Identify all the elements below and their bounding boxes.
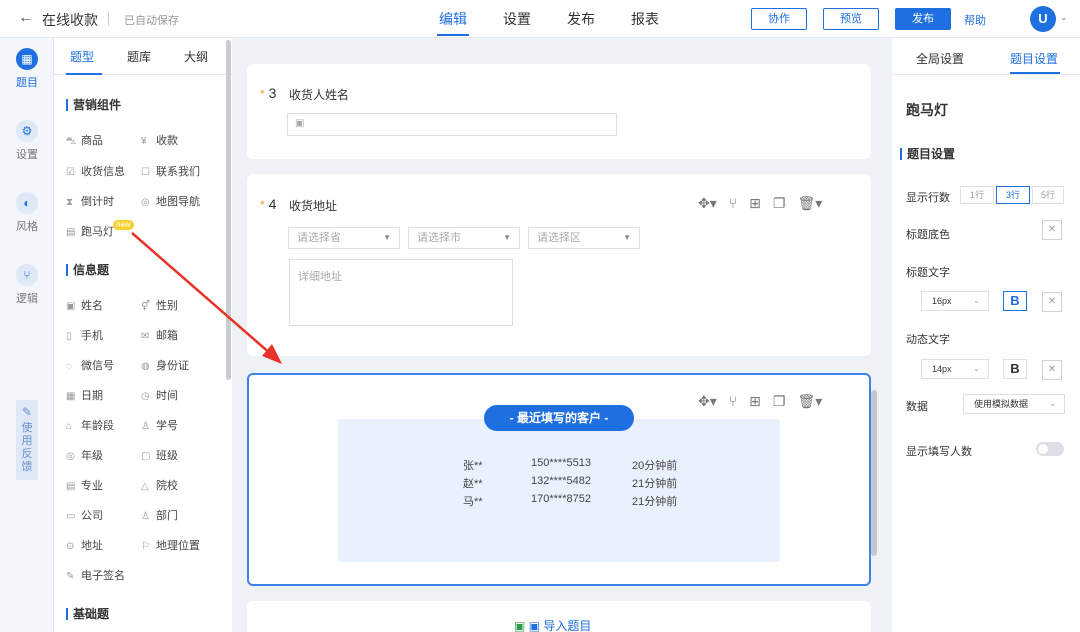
chevron-down-icon: ⌄ [973, 296, 980, 305]
tab-global-settings[interactable]: 全局设置 [916, 50, 964, 67]
data-source-select[interactable]: 使用模拟数据 ⌄ [963, 394, 1065, 414]
chevron-down-icon: ⌄ [1049, 399, 1056, 408]
dynamic-color-picker[interactable]: ✕ [1042, 360, 1062, 380]
title-bg-label: 标题底色 [906, 229, 950, 241]
rows-option-5[interactable]: 5行 [1032, 186, 1064, 204]
title-font-size-select[interactable]: 16px ⌄ [921, 291, 989, 311]
dynamic-text-label: 动态文字 [906, 334, 950, 346]
title-color-picker[interactable]: ✕ [1042, 292, 1062, 312]
chevron-down-icon: ⌄ [973, 364, 980, 373]
title-bold-button[interactable]: B [1003, 291, 1027, 311]
dynamic-font-size-select[interactable]: 14px ⌄ [921, 359, 989, 379]
rows-option-1[interactable]: 1行 [960, 186, 994, 204]
show-count-toggle[interactable] [1036, 442, 1064, 456]
tab-question-settings[interactable]: 题目设置 [1010, 50, 1058, 67]
dynamic-bold-button[interactable]: B [1003, 359, 1027, 379]
component-title: 跑马灯 [906, 102, 948, 118]
data-label: 数据 [906, 401, 928, 413]
settings-section: 题目设置 [900, 148, 955, 160]
rows-option-3[interactable]: 3行 [996, 186, 1030, 204]
tabs-divider [892, 74, 1080, 75]
active-tab-indicator [1010, 72, 1060, 74]
title-bg-color-picker[interactable]: ✕ [1042, 220, 1062, 240]
rows-label: 显示行数 [906, 192, 950, 204]
title-text-label: 标题文字 [906, 267, 950, 279]
show-count-label: 显示填写人数 [906, 446, 972, 458]
toggle-knob [1038, 444, 1048, 454]
